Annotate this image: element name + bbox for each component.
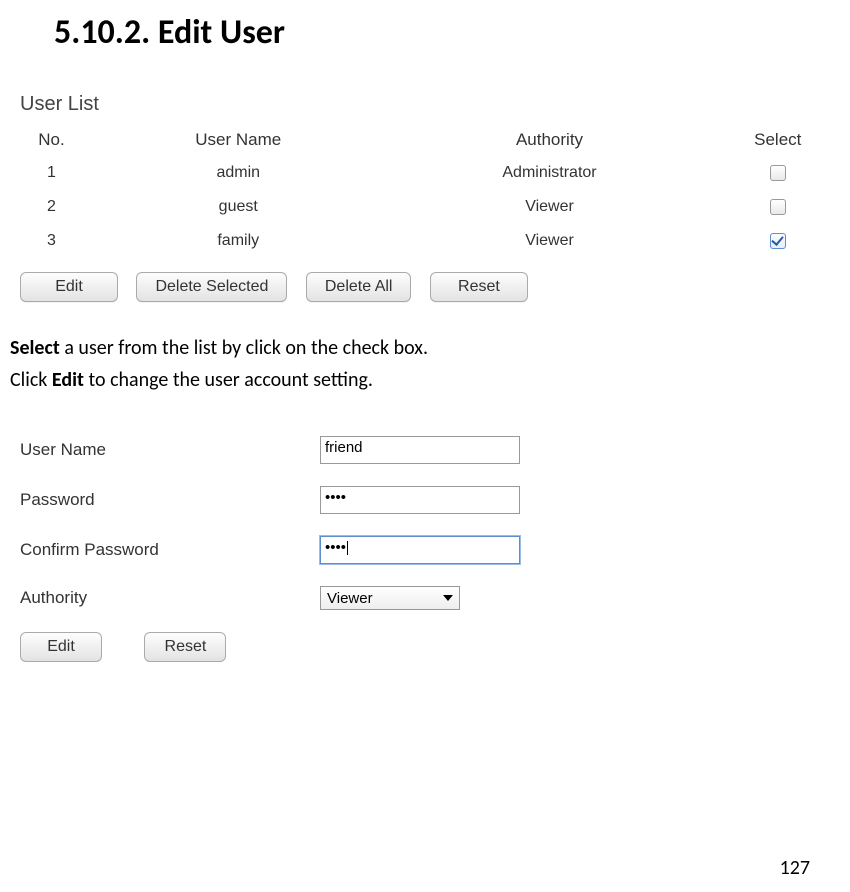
cell-no: 2 — [10, 190, 93, 224]
select-checkbox[interactable] — [770, 233, 786, 249]
form-reset-button[interactable]: Reset — [144, 632, 226, 662]
cell-authority: Viewer — [384, 224, 716, 258]
select-checkbox[interactable] — [770, 199, 786, 215]
col-header-username: User Name — [93, 124, 384, 156]
col-header-select: Select — [716, 124, 841, 156]
form-row-username: User Name friend — [20, 436, 840, 464]
cell-username: family — [93, 224, 384, 258]
instruction-text: a user from the list by click on the che… — [60, 336, 428, 360]
form-row-authority: Authority Viewer — [20, 586, 840, 610]
col-header-authority: Authority — [384, 124, 716, 156]
table-header-row: No. User Name Authority Select — [10, 124, 840, 156]
page-number: 127 — [780, 856, 810, 880]
text-cursor — [347, 541, 348, 555]
confirm-password-input[interactable]: •••• — [320, 536, 520, 564]
delete-selected-button[interactable]: Delete Selected — [136, 272, 287, 302]
username-label: User Name — [20, 440, 320, 460]
cell-username: admin — [93, 156, 384, 190]
cell-select — [716, 190, 841, 224]
instructions: Select a user from the list by click on … — [10, 332, 840, 396]
user-list-button-row: Edit Delete Selected Delete All Reset — [20, 272, 840, 302]
username-input[interactable]: friend — [320, 436, 520, 464]
form-row-confirm: Confirm Password •••• — [20, 536, 840, 564]
cell-username: guest — [93, 190, 384, 224]
instruction-bold: Select — [10, 336, 60, 360]
form-row-password: Password •••• — [20, 486, 840, 514]
select-checkbox[interactable] — [770, 165, 786, 181]
user-list-table: No. User Name Authority Select 1 admin A… — [10, 124, 840, 258]
edit-form-button-row: Edit Reset — [20, 632, 840, 662]
instruction-text: Click — [10, 368, 52, 392]
table-row: 1 admin Administrator — [10, 156, 840, 190]
instruction-bold: Edit — [52, 368, 84, 392]
table-row: 3 family Viewer — [10, 224, 840, 258]
form-edit-button[interactable]: Edit — [20, 632, 102, 662]
password-input[interactable]: •••• — [320, 486, 520, 514]
password-label: Password — [20, 490, 320, 510]
cell-authority: Viewer — [384, 190, 716, 224]
table-row: 2 guest Viewer — [10, 190, 840, 224]
confirm-password-value: •••• — [325, 539, 346, 556]
authority-selected-value: Viewer — [327, 590, 373, 607]
instruction-line-2: Click Edit to change the user account se… — [10, 364, 840, 396]
cell-no: 1 — [10, 156, 93, 190]
confirm-password-label: Confirm Password — [20, 540, 320, 560]
authority-select[interactable]: Viewer — [320, 586, 460, 610]
section-heading: 5.10.2. Edit User — [54, 12, 840, 53]
cell-select — [716, 156, 841, 190]
chevron-down-icon — [443, 595, 453, 601]
col-header-no: No. — [10, 124, 93, 156]
cell-authority: Administrator — [384, 156, 716, 190]
instruction-line-1: Select a user from the list by click on … — [10, 332, 840, 364]
cell-select — [716, 224, 841, 258]
cell-no: 3 — [10, 224, 93, 258]
authority-label: Authority — [20, 588, 320, 608]
delete-all-button[interactable]: Delete All — [306, 272, 412, 302]
reset-button[interactable]: Reset — [430, 272, 528, 302]
instruction-text: to change the user account setting. — [84, 368, 373, 392]
user-list-title: User List — [20, 93, 840, 116]
edit-button[interactable]: Edit — [20, 272, 118, 302]
